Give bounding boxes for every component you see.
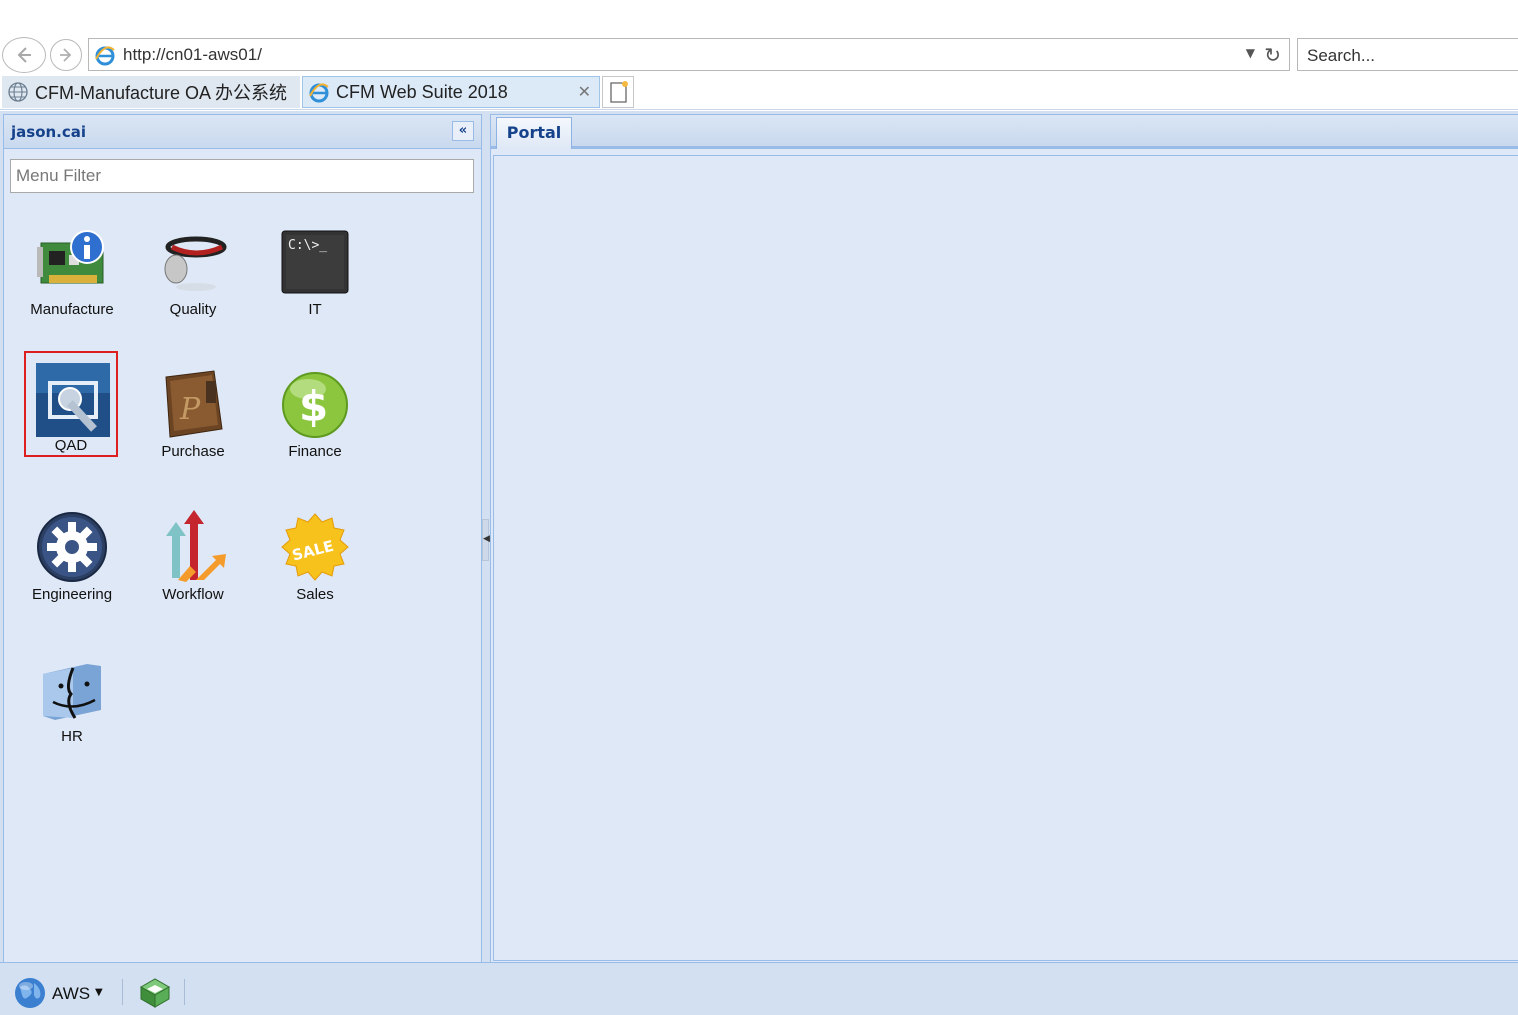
module-label: HR bbox=[61, 728, 83, 745]
svg-text:C:\>_: C:\>_ bbox=[288, 238, 327, 253]
module-tile-engineering[interactable]: Engineering bbox=[25, 502, 119, 608]
new-page-icon bbox=[610, 81, 628, 103]
module-tile-it[interactable]: C:\>_ IT bbox=[268, 217, 362, 323]
module-label: IT bbox=[308, 301, 322, 318]
globe-icon[interactable] bbox=[14, 977, 46, 1009]
command-prompt-icon: C:\>_ bbox=[281, 230, 349, 294]
module-label: Purchase bbox=[161, 443, 225, 460]
main-content-panel: Portal bbox=[490, 114, 1518, 964]
forward-button[interactable] bbox=[50, 39, 82, 71]
back-button[interactable] bbox=[2, 37, 46, 73]
menu-filter-input[interactable]: Menu Filter bbox=[10, 159, 474, 193]
app-viewport: jason.cai « Menu Filter Manufacture Qual… bbox=[0, 111, 1518, 1015]
caret-left-icon: ◀ bbox=[483, 534, 490, 544]
taskbar-separator bbox=[122, 979, 123, 1005]
browser-navbar: http://cn01-aws01/ ▼ ↻ Search... bbox=[0, 36, 1518, 74]
globe-icon bbox=[8, 82, 28, 102]
workflow-arrows-icon bbox=[166, 510, 226, 582]
taskbar-separator bbox=[184, 979, 185, 1005]
browser-tab-cfm-suite[interactable]: CFM Web Suite 2018 ✕ bbox=[302, 76, 600, 108]
content-tabstrip: Portal bbox=[491, 115, 1518, 149]
module-tile-finance[interactable]: $ Finance bbox=[268, 359, 362, 465]
ie-logo-icon bbox=[309, 83, 329, 103]
network-card-info-icon bbox=[37, 230, 104, 284]
qad-joystick-icon bbox=[36, 363, 110, 437]
tab-portal[interactable]: Portal bbox=[496, 117, 572, 149]
module-label: Quality bbox=[169, 301, 217, 318]
module-tile-purchase[interactable]: P Purchase bbox=[146, 359, 240, 465]
green-cube-icon[interactable] bbox=[137, 975, 171, 1009]
browser-tab-title: CFM Web Suite 2018 bbox=[336, 81, 508, 102]
browser-tab-title: CFM-Manufacture OA 办公系统 bbox=[35, 83, 288, 103]
username-title: jason.cai bbox=[11, 123, 87, 141]
collapse-panel-button[interactable]: « bbox=[452, 121, 474, 141]
arrow-right-icon bbox=[60, 48, 72, 62]
browser-titlebar bbox=[0, 0, 1518, 36]
taskbar: AWS ▼ bbox=[0, 962, 1518, 1015]
panel-header: jason.cai « bbox=[4, 115, 481, 149]
refresh-icon[interactable]: ↻ bbox=[1264, 43, 1281, 67]
navigation-panel: jason.cai « Menu Filter Manufacture Qual… bbox=[3, 114, 482, 964]
module-label: Sales bbox=[296, 586, 334, 603]
panel-splitter[interactable]: ◀ bbox=[482, 114, 490, 964]
module-label: Workflow bbox=[162, 586, 224, 603]
sale-badge-icon: SALE bbox=[281, 513, 349, 581]
arrow-left-icon bbox=[17, 47, 31, 63]
search-placeholder: Search... bbox=[1307, 46, 1376, 65]
module-label: Engineering bbox=[31, 586, 113, 603]
address-bar[interactable]: http://cn01-aws01/ ▼ ↻ bbox=[88, 38, 1290, 71]
ie-logo-icon bbox=[95, 46, 115, 66]
dollar-coin-icon: $ bbox=[282, 372, 348, 438]
module-label: Finance bbox=[288, 443, 342, 460]
leather-book-icon: P bbox=[165, 370, 223, 438]
close-icon[interactable]: ✕ bbox=[578, 82, 591, 102]
collapse-handle[interactable]: ◀ bbox=[482, 519, 490, 561]
stopwatch-collar-icon bbox=[164, 236, 227, 291]
module-tile-sales[interactable]: SALE Sales bbox=[268, 502, 362, 608]
finder-face-icon bbox=[43, 664, 101, 720]
gear-icon bbox=[37, 512, 107, 582]
module-tile-quality[interactable]: Quality bbox=[146, 217, 240, 323]
module-label: Manufacture bbox=[30, 301, 114, 318]
browser-tabs: CFM-Manufacture OA 办公系统 CFM Web Suite 20… bbox=[0, 74, 1518, 110]
server-label[interactable]: AWS bbox=[52, 984, 90, 1004]
module-tile-manufacture[interactable]: Manufacture bbox=[25, 217, 119, 323]
portal-body bbox=[493, 155, 1518, 961]
svg-text:$: $ bbox=[299, 382, 328, 431]
module-label: QAD bbox=[54, 437, 88, 454]
browser-tab-oa[interactable]: CFM-Manufacture OA 办公系统 bbox=[2, 76, 300, 108]
chevron-down-icon[interactable]: ▼ bbox=[1246, 46, 1255, 60]
svg-text:P: P bbox=[179, 392, 201, 427]
module-tile-hr[interactable]: HR bbox=[25, 644, 119, 750]
module-tile-qad[interactable]: QAD bbox=[24, 351, 118, 457]
new-tab-button[interactable] bbox=[602, 76, 634, 108]
module-tile-workflow[interactable]: Workflow bbox=[146, 502, 240, 608]
url-text[interactable]: http://cn01-aws01/ bbox=[123, 45, 262, 65]
search-input[interactable]: Search... bbox=[1297, 38, 1518, 71]
caret-down-icon[interactable]: ▼ bbox=[95, 987, 103, 998]
